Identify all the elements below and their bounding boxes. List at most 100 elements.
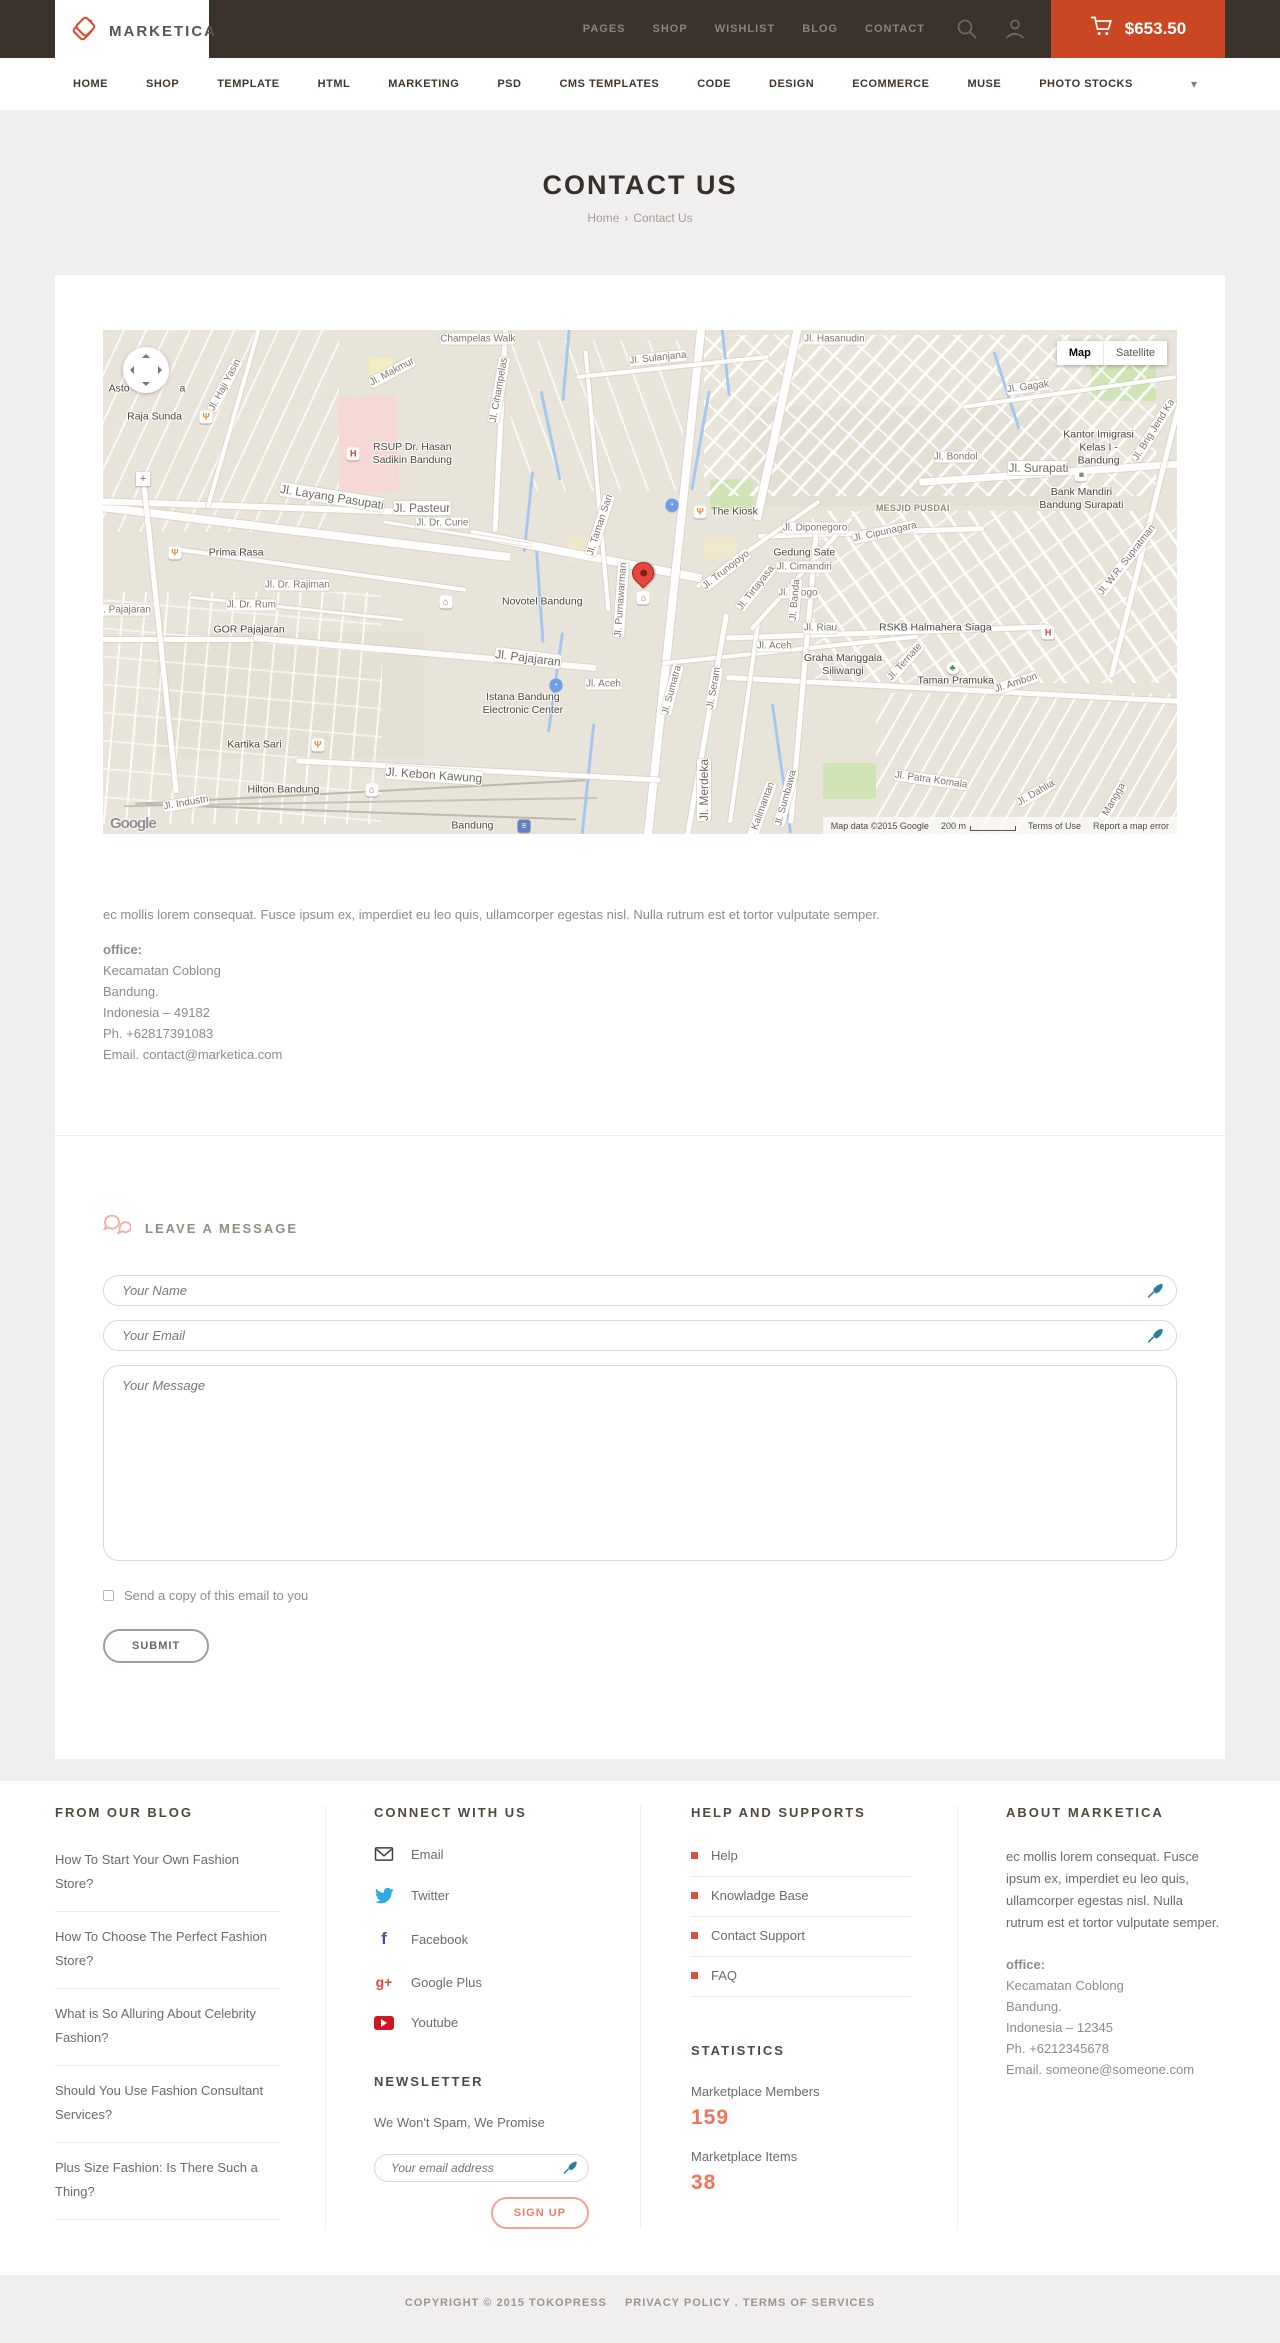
utility-nav-pages[interactable]: PAGES — [583, 23, 626, 35]
footer-legal-links[interactable]: PRIVACY POLICY . TERMS OF SERVICES — [625, 2297, 875, 2309]
square-bullet-icon — [691, 1852, 698, 1859]
blog-link[interactable]: Should You Use Fashion Consultant Servic… — [55, 2066, 280, 2144]
office-line: Ph. +6212345678 — [1006, 2041, 1110, 2056]
map-label: Prima Rasa — [208, 546, 264, 559]
footer-about-column: ABOUT MARKETICA ec mollis lorem consequa… — [957, 1805, 1225, 2229]
chevron-down-icon[interactable]: ▾ — [1191, 77, 1197, 91]
breadcrumb-home[interactable]: Home — [587, 211, 619, 225]
bank-icon: ■ — [1074, 468, 1088, 482]
nav-item-marketing[interactable]: MARKETING — [388, 78, 459, 90]
twitter-icon — [374, 1887, 394, 1904]
map-label: Novotel Bandung — [501, 595, 583, 608]
nav-item-code[interactable]: CODE — [697, 78, 731, 90]
newsletter-email-input[interactable] — [374, 2154, 589, 2182]
copyright-bar: COPYRIGHT © 2015 TOKOPRESS PRIVACY POLIC… — [0, 2275, 1280, 2343]
social-link-email[interactable]: Email — [374, 1846, 640, 1862]
map-label: a — [179, 382, 186, 395]
nav-item-cms-templates[interactable]: CMS TEMPLATES — [559, 78, 659, 90]
utility-nav-contact[interactable]: CONTACT — [865, 23, 925, 35]
top-header: MARKETICA PAGES SHOP WISHLIST BLOG CONTA… — [0, 0, 1280, 62]
intro-text: ec mollis lorem consequat. Fusce ipsum e… — [103, 907, 880, 922]
message-textarea[interactable] — [103, 1365, 1177, 1561]
utility-nav-blog[interactable]: BLOG — [802, 23, 838, 35]
map-label: Bandung — [451, 819, 494, 832]
chat-bubbles-icon — [102, 1214, 132, 1243]
map-label: Taman Pramuka — [917, 674, 994, 687]
office-line: Indonesia – 49182 — [103, 1005, 210, 1020]
utility-nav-wishlist[interactable]: WISHLIST — [715, 23, 776, 35]
nav-item-home[interactable]: HOME — [73, 78, 108, 90]
nav-item-muse[interactable]: MUSE — [967, 78, 1001, 90]
help-link[interactable]: Help — [691, 1846, 911, 1877]
map-pan-control[interactable] — [123, 347, 169, 393]
google-map[interactable]: Champelas Walk Jl. Hasanudin Jl. Sulanjana… — [103, 330, 1177, 834]
map-label: Jl. Seram — [705, 666, 724, 710]
office-address: office: Kecamatan Coblong Bandung. Indon… — [103, 939, 1177, 1065]
help-link[interactable]: Knowladge Base — [691, 1877, 911, 1917]
signup-button[interactable]: SIGN UP — [490, 2197, 589, 2229]
office-line: Ph. +62817391083 — [103, 1026, 214, 1041]
office-email: Email. contact@marketica.com — [103, 1047, 283, 1062]
pan-up-arrow[interactable] — [142, 354, 150, 358]
help-link[interactable]: FAQ — [691, 1957, 911, 1997]
shop-icon: ▪ — [665, 498, 679, 512]
map-type-control: Map Satellite — [1056, 341, 1167, 365]
nav-item-design[interactable]: DESIGN — [769, 78, 814, 90]
map-label: RSUP Dr. Hasan Sadikin Bandung — [372, 440, 452, 466]
nav-item-photo-stocks[interactable]: PHOTO STOCKS — [1039, 78, 1133, 90]
map-type-satellite-button[interactable]: Satellite — [1102, 341, 1167, 365]
terms-of-use-link[interactable]: Terms of Use — [1028, 821, 1081, 831]
name-input[interactable] — [103, 1275, 1177, 1306]
map-type-map-button[interactable]: Map — [1056, 341, 1103, 365]
content-card: Champelas Walk Jl. Hasanudin Jl. Sulanjana… — [55, 275, 1225, 1759]
office-email: Email. someone@someone.com — [1006, 2062, 1195, 2077]
submit-button[interactable]: SUBMIT — [103, 1629, 210, 1663]
site-logo[interactable]: MARKETICA — [55, 0, 215, 62]
social-link-google-plus[interactable]: g+ Google Plus — [374, 1974, 640, 1990]
nav-item-template[interactable]: TEMPLATE — [217, 78, 279, 90]
social-link-twitter[interactable]: Twitter — [374, 1887, 640, 1904]
map-label: Jl. Riau — [803, 622, 838, 634]
leave-message-section: LEAVE A MESSAGE Send a copy of — [102, 1136, 1177, 1663]
pan-down-arrow[interactable] — [142, 382, 150, 386]
blog-link[interactable]: How To Choose The Perfect Fashion Store? — [55, 1912, 280, 1990]
brand-name: MARKETICA — [109, 22, 217, 40]
square-bullet-icon — [691, 1932, 698, 1939]
nav-item-shop[interactable]: SHOP — [146, 78, 179, 90]
account-icon[interactable] — [1003, 17, 1027, 41]
page-title-band: CONTACT US Home › Contact Us — [0, 110, 1280, 275]
main-nav: HOME SHOP TEMPLATE HTML MARKETING PSD CM… — [0, 58, 1280, 110]
map-label: Jl. Pasteur — [393, 500, 451, 515]
zoom-in-button[interactable]: + — [136, 472, 150, 486]
cart-button[interactable]: $653.50 — [1051, 0, 1225, 58]
utility-nav-shop[interactable]: SHOP — [653, 23, 688, 35]
social-link-youtube[interactable]: Youtube — [374, 2015, 640, 2030]
nav-item-html[interactable]: HTML — [318, 78, 351, 90]
members-count: 159 — [691, 2106, 730, 2129]
map-label: Jl. Cimandiri — [776, 561, 832, 573]
blog-link[interactable]: Plus Size Fashion: Is There Such a Thing… — [55, 2143, 280, 2221]
pan-left-arrow[interactable] — [130, 366, 134, 374]
items-label: Marketplace Items — [691, 2149, 798, 2164]
map-label: Jl. Pajajaran — [494, 647, 562, 670]
send-copy-checkbox[interactable] — [103, 1590, 114, 1601]
help-link[interactable]: Contact Support — [691, 1917, 911, 1957]
pen-icon — [1146, 1327, 1163, 1344]
nav-item-psd[interactable]: PSD — [497, 78, 521, 90]
map-label: Asto — [108, 382, 130, 395]
social-link-facebook[interactable]: f Facebook — [374, 1929, 640, 1949]
pen-icon — [562, 2161, 577, 2176]
hotel-icon: ⌂ — [636, 591, 650, 605]
blog-link[interactable]: How To Start Your Own Fashion Store? — [55, 1846, 280, 1913]
email-input[interactable] — [103, 1320, 1177, 1351]
facebook-icon: f — [381, 1929, 387, 1948]
blog-link[interactable]: What is So Alluring About Celebrity Fash… — [55, 1989, 280, 2067]
pan-right-arrow[interactable] — [158, 366, 162, 374]
footer-help-column: HELP AND SUPPORTS Help Knowladge Base Co… — [640, 1805, 957, 2229]
nav-item-ecommerce[interactable]: ECOMMERCE — [852, 78, 929, 90]
office-label: office: — [103, 942, 142, 957]
report-map-error-link[interactable]: Report a map error — [1093, 821, 1169, 831]
statistics-heading: STATISTICS — [691, 2043, 785, 2058]
search-icon[interactable] — [955, 17, 979, 41]
hospital-icon: H — [346, 447, 360, 461]
